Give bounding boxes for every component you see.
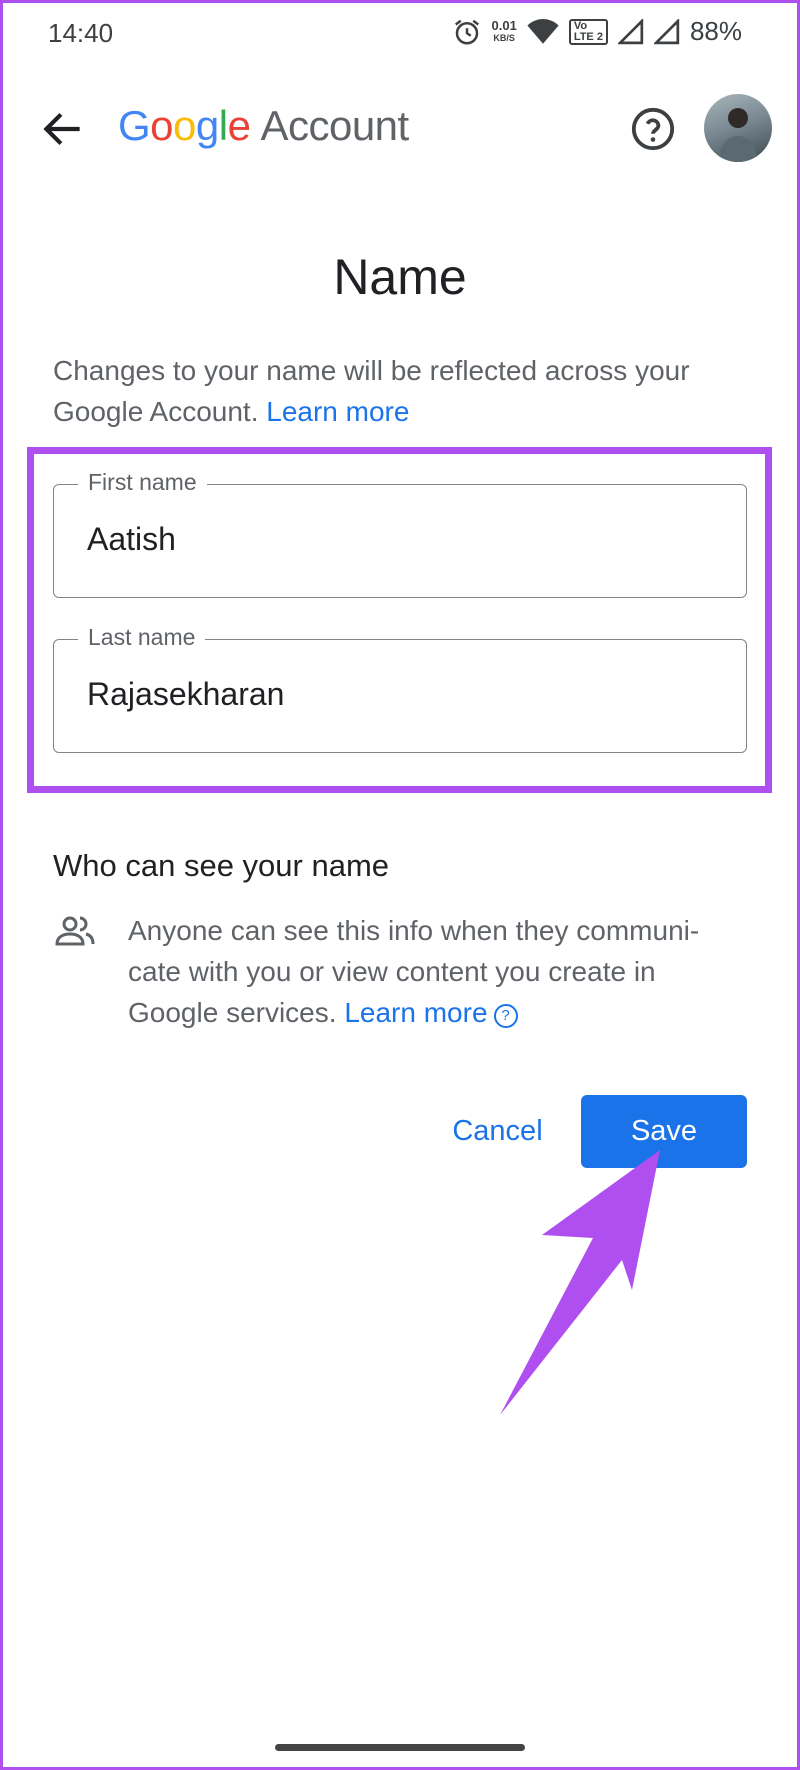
first-name-label: First name (78, 469, 207, 496)
status-bar: 14:40 0.01 KB/S Vo LTE 2 88% (0, 0, 800, 70)
volte-bottom: LTE 2 (573, 30, 603, 43)
page-title: Name (333, 249, 467, 305)
battery-percent: 88% (689, 16, 742, 46)
logo-letter: G (118, 102, 151, 149)
status-icons: 0.01 KB/S Vo LTE 2 88% (452, 16, 742, 47)
logo-letter: e (227, 102, 251, 149)
net-speed-value: 0.01 (491, 17, 517, 33)
volte-top: Vo (573, 19, 588, 32)
visibility-text: Anyone can see this info when they commu… (128, 910, 748, 1033)
last-name-label: Last name (78, 624, 206, 651)
app-bar: Google Account (0, 80, 800, 180)
wifi-icon (527, 18, 559, 44)
logo-letter: g (195, 102, 219, 149)
volte-badge: Vo LTE 2 (568, 18, 608, 45)
learn-more-link[interactable]: Learn more (266, 396, 409, 427)
alarm-icon (454, 19, 479, 44)
annotation-arrow-icon (500, 1150, 660, 1415)
first-name-field[interactable]: First name Aatish (53, 469, 747, 598)
help-icon (631, 107, 675, 151)
intro-text: Changes to your name will be reflected a… (53, 350, 753, 432)
back-arrow-icon (43, 112, 80, 146)
home-indicator[interactable] (275, 1744, 525, 1751)
first-name-value[interactable]: Aatish (87, 521, 176, 558)
signal-icon (617, 18, 644, 44)
help-button[interactable] (630, 106, 676, 152)
visibility-heading: Who can see your name (53, 848, 390, 883)
network-speed: 0.01 KB/S (492, 19, 517, 45)
logo-letter: o (150, 102, 174, 149)
help-circle-icon[interactable]: ? (493, 1004, 518, 1028)
back-button[interactable] (38, 104, 88, 154)
avatar-person-icon (718, 108, 758, 162)
avatar[interactable] (704, 94, 772, 162)
google-account-logo: Google Account (118, 102, 409, 150)
people-icon (55, 915, 95, 947)
last-name-value[interactable]: Rajasekharan (87, 676, 284, 713)
net-speed-unit: KB/S (493, 32, 515, 43)
logo-suffix: Account (260, 102, 409, 149)
logo-letter: o (173, 102, 196, 149)
visibility-learn-more-link[interactable]: Learn more (344, 997, 487, 1028)
last-name-field[interactable]: Last name Rajasekharan (53, 624, 747, 753)
status-time: 14:40 (48, 18, 114, 48)
logo-letter: l (218, 102, 228, 149)
signal-icon-2 (653, 18, 680, 44)
